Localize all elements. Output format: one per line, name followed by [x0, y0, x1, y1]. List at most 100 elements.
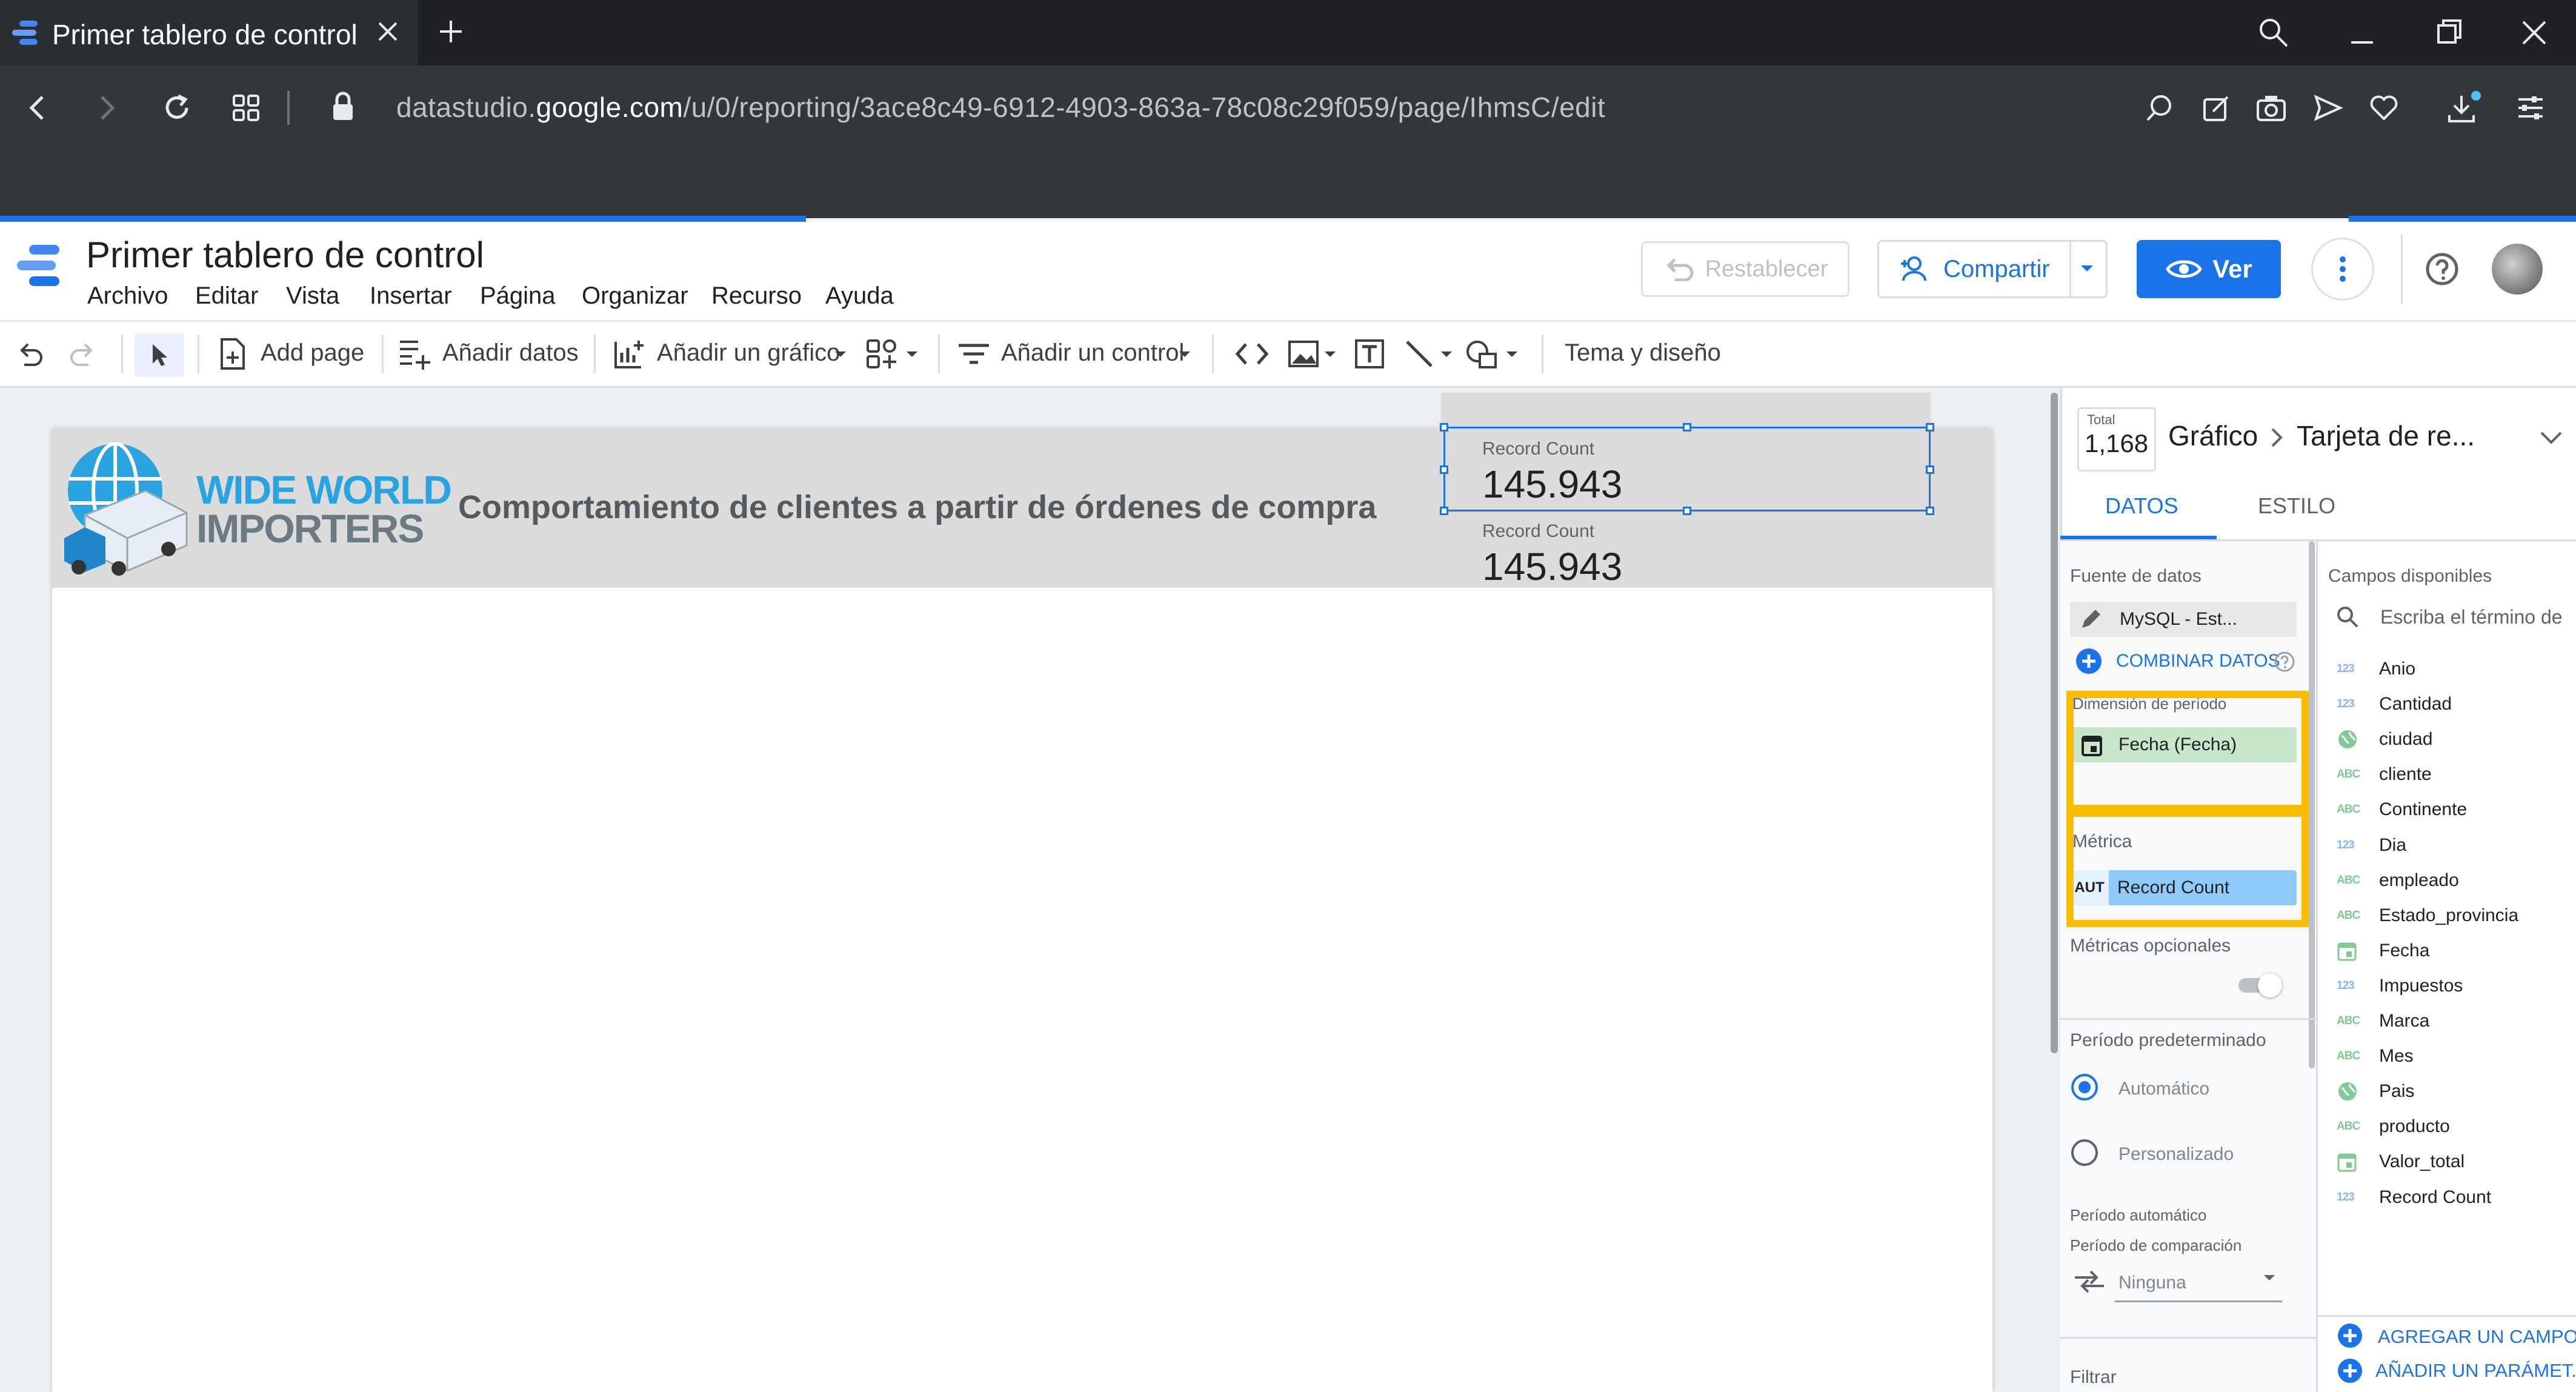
add-control-button[interactable]: Añadir un control — [1001, 339, 1184, 367]
field-item[interactable]: ABC Marca — [2337, 1009, 2567, 1033]
community-viz-dropdown-icon[interactable] — [905, 350, 919, 359]
toggle-knob[interactable] — [2258, 973, 2282, 997]
add-data-button[interactable]: Añadir datos — [442, 339, 579, 367]
select-tool[interactable] — [135, 333, 184, 377]
add-control-dropdown-icon[interactable] — [1178, 350, 1191, 359]
field-item[interactable]: ABC Mes — [2337, 1044, 2567, 1068]
redo-icon[interactable] — [67, 338, 98, 370]
theme-layout-button[interactable]: Tema y diseño — [1565, 339, 1721, 367]
field-item[interactable]: Fecha — [2337, 939, 2567, 963]
menu-editar[interactable]: Editar — [195, 282, 259, 310]
menu-recurso[interactable]: Recurso — [711, 282, 802, 310]
close-tab-icon[interactable] — [372, 16, 404, 47]
resize-handle[interactable] — [1440, 423, 1448, 431]
add-chart-button[interactable]: Añadir un gráfico — [657, 339, 840, 367]
view-button[interactable]: Ver — [2137, 240, 2281, 298]
restore-window-icon[interactable] — [2432, 16, 2466, 50]
field-item[interactable]: 123 Record Count — [2337, 1185, 2567, 1210]
add-parameter-icon[interactable] — [2337, 1357, 2363, 1384]
zoom-search-icon[interactable] — [2143, 91, 2177, 125]
close-window-icon[interactable] — [2517, 16, 2551, 50]
embed-code-icon[interactable] — [1234, 338, 1270, 370]
add-chart-dropdown-icon[interactable] — [834, 350, 847, 359]
add-data-icon[interactable] — [398, 337, 433, 371]
resize-handle[interactable] — [1683, 423, 1691, 431]
filter-control-icon[interactable] — [956, 337, 991, 371]
data-source-chip[interactable]: MySQL - Est... — [2070, 602, 2297, 637]
resize-handle[interactable] — [1683, 507, 1691, 515]
line-dropdown-icon[interactable] — [1440, 350, 1453, 359]
screenshot-icon[interactable] — [2254, 91, 2288, 125]
field-item[interactable]: ABC empleado — [2337, 868, 2567, 893]
add-parameter-link[interactable]: AÑADIR UN PARÁMET... — [2375, 1360, 2576, 1382]
image-icon[interactable] — [1287, 337, 1321, 371]
field-item[interactable]: ABC cliente — [2337, 762, 2567, 787]
add-page-icon[interactable] — [217, 337, 247, 371]
tab-data[interactable]: DATOS — [2105, 493, 2178, 519]
add-page-button[interactable]: Add page — [261, 339, 364, 367]
combine-data-link[interactable]: COMBINAR DATOS — [2116, 651, 2280, 671]
field-item[interactable]: 123 Cantidad — [2337, 692, 2567, 716]
resize-handle[interactable] — [1440, 465, 1448, 474]
field-item[interactable]: 123 Impuestos — [2337, 974, 2567, 998]
field-item[interactable]: ciudad — [2337, 727, 2567, 751]
resize-handle[interactable] — [1926, 507, 1934, 515]
field-item[interactable]: Valor_total — [2337, 1150, 2567, 1174]
add-circle-icon[interactable] — [2075, 647, 2103, 675]
forward-icon[interactable] — [90, 91, 124, 125]
resize-handle[interactable] — [1440, 507, 1448, 515]
downloads-icon[interactable] — [2445, 88, 2483, 127]
avatar[interactable] — [2492, 244, 2543, 295]
menu-insertar[interactable]: Insertar — [370, 282, 452, 310]
text-box-icon[interactable] — [1353, 337, 1386, 371]
wide-world-importers-logo-icon[interactable] — [61, 442, 191, 576]
canvas-scrollbar[interactable] — [2051, 393, 2058, 1053]
document-title[interactable]: Primer tablero de control — [86, 234, 484, 276]
heart-icon[interactable] — [2367, 91, 2401, 125]
shape-dropdown-icon[interactable] — [1505, 350, 1519, 359]
breadcrumb-chart-type[interactable]: Tarjeta de re... — [2297, 419, 2475, 452]
field-item[interactable]: 123 Dia — [2337, 833, 2567, 858]
browser-search-icon[interactable] — [2257, 16, 2291, 50]
community-viz-icon[interactable] — [865, 337, 902, 371]
field-item[interactable]: ABC Estado_provincia — [2337, 904, 2567, 928]
field-item[interactable]: Pais — [2337, 1079, 2567, 1104]
lock-icon[interactable] — [326, 90, 360, 124]
shape-tool-icon[interactable] — [1464, 337, 1502, 371]
add-chart-icon[interactable] — [612, 337, 646, 371]
field-item[interactable]: ABC Continente — [2337, 798, 2567, 822]
field-item[interactable]: ABC producto — [2337, 1114, 2567, 1139]
more-options-button[interactable] — [2311, 238, 2374, 301]
add-field-icon[interactable] — [2337, 1322, 2363, 1349]
restore-button[interactable]: Restablecer — [1641, 241, 1849, 297]
menu-pagina[interactable]: Página — [480, 282, 556, 310]
menu-ayuda[interactable]: Ayuda — [825, 282, 894, 310]
reload-icon[interactable] — [160, 91, 194, 125]
select-dropdown-icon[interactable] — [2263, 1274, 2276, 1282]
new-tab-icon[interactable] — [435, 16, 467, 47]
tab-style[interactable]: ESTILO — [2258, 493, 2335, 519]
pencil-icon[interactable] — [2078, 607, 2103, 631]
resize-handle[interactable] — [1926, 423, 1934, 431]
resize-handle[interactable] — [1926, 465, 1934, 474]
send-icon[interactable] — [2311, 91, 2345, 125]
report-title[interactable]: Comportamiento de clientes a partir de ó… — [458, 488, 1376, 526]
url-field[interactable]: datastudio.google.com/u/0/reporting/3ace… — [396, 91, 1605, 124]
field-search-input[interactable]: Escriba el término de — [2380, 606, 2563, 628]
image-dropdown-icon[interactable] — [1323, 350, 1337, 359]
datastudio-logo-icon[interactable] — [15, 241, 67, 290]
chevron-down-icon[interactable] — [2538, 427, 2564, 448]
radio-automatic[interactable] — [2071, 1074, 2098, 1101]
line-tool-icon[interactable] — [1402, 337, 1436, 371]
menu-organizar[interactable]: Organizar — [582, 282, 688, 310]
menu-archivo[interactable]: Archivo — [87, 282, 168, 310]
setup-scrollbar[interactable] — [2309, 541, 2315, 1068]
help-outline-icon[interactable] — [2274, 651, 2295, 673]
radio-custom[interactable] — [2071, 1139, 2098, 1166]
add-field-link[interactable]: AGREGAR UN CAMPO — [2378, 1326, 2576, 1348]
field-item[interactable]: 123 Anio — [2337, 657, 2567, 681]
edit-page-icon[interactable] — [2200, 91, 2234, 125]
back-icon[interactable] — [21, 91, 55, 125]
easy-setup-icon[interactable] — [2514, 91, 2548, 125]
menu-vista[interactable]: Vista — [286, 282, 339, 310]
